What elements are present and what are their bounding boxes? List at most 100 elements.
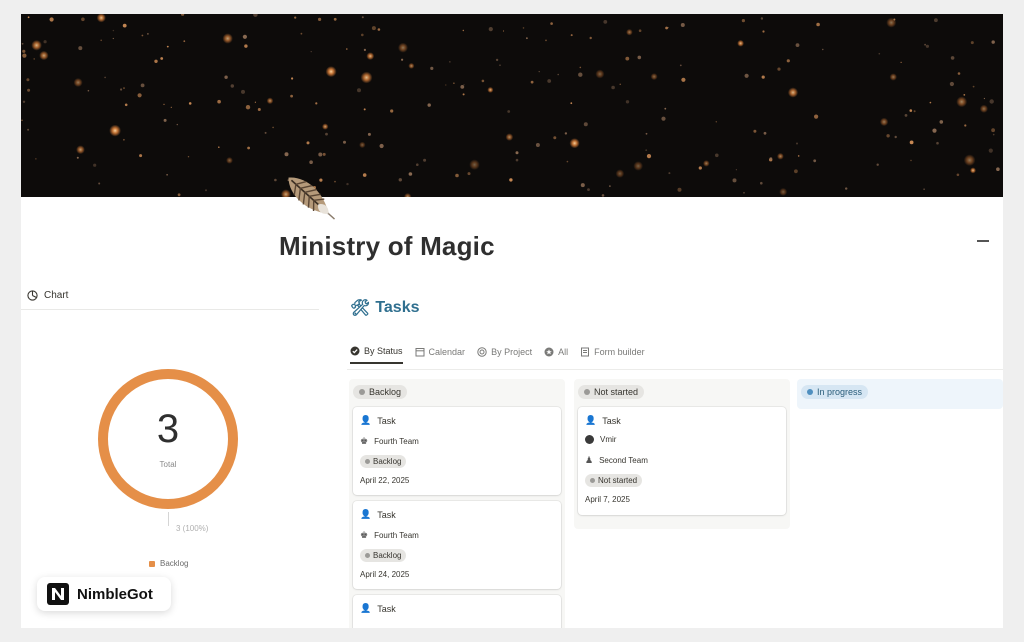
brand-name: NimbleGot xyxy=(77,585,153,603)
spark-dot xyxy=(963,154,976,166)
spark-dot xyxy=(187,156,190,158)
spark-dot xyxy=(123,87,125,90)
spark-dot xyxy=(679,64,682,67)
spark-dot xyxy=(664,107,667,110)
spark-dot xyxy=(502,30,505,32)
spark-dot xyxy=(637,55,642,60)
donut-leader-line xyxy=(168,512,169,526)
spark-dot xyxy=(570,34,573,37)
spark-dot xyxy=(404,193,412,197)
tab-form-builder[interactable]: Form builder xyxy=(580,346,645,364)
spark-dot xyxy=(487,86,494,93)
tab-calendar[interactable]: Calendar xyxy=(415,346,465,364)
spark-dot xyxy=(763,131,767,135)
spark-dot xyxy=(367,132,371,136)
feather-quill-icon[interactable] xyxy=(277,164,343,230)
spark-dot xyxy=(934,18,938,23)
star-circle-icon xyxy=(544,347,554,357)
spark-dot xyxy=(715,121,717,123)
spark-dot xyxy=(609,185,611,187)
spark-dot xyxy=(401,58,404,61)
spark-dot xyxy=(27,128,30,131)
card-status-row: Backlog xyxy=(360,455,407,468)
spark-dot xyxy=(681,77,686,82)
column-header-backlog[interactable]: Backlog xyxy=(353,385,408,399)
spark-dot xyxy=(744,73,749,78)
spark-dot xyxy=(760,17,764,20)
task-card[interactable]: 👤 Task Vmir ♟ Second Team Not started Ap… xyxy=(578,407,786,515)
spark-dot xyxy=(550,22,553,25)
spark-dot xyxy=(667,27,669,29)
card-team-row: ♚ Fourth Team xyxy=(360,530,419,541)
tab-by-project[interactable]: By Project xyxy=(477,346,532,364)
collapse-icon[interactable] xyxy=(977,240,989,242)
tasks-heading[interactable]: 🛠 Tasks xyxy=(350,298,420,318)
legend-label: Backlog xyxy=(160,559,189,568)
card-date: April 7, 2025 xyxy=(585,495,630,504)
spark-dot xyxy=(991,40,995,44)
spark-dot xyxy=(362,173,367,177)
spark-dot xyxy=(322,123,329,130)
spark-dot xyxy=(769,157,773,160)
spark-dot xyxy=(35,158,37,160)
column-label: In progress xyxy=(817,387,863,397)
spark-dot xyxy=(123,138,125,141)
spark-dot xyxy=(924,43,926,46)
spark-dot xyxy=(929,101,932,104)
card-title: Task xyxy=(377,603,396,614)
tab-all[interactable]: All xyxy=(544,346,568,364)
spark-dot xyxy=(445,84,447,86)
chart-view-tab[interactable]: Chart xyxy=(27,290,68,301)
check-circle-icon xyxy=(350,346,360,356)
spark-dot xyxy=(272,126,274,129)
spark-dot xyxy=(535,143,540,147)
spark-dot xyxy=(505,133,514,141)
tab-by-status[interactable]: By Status xyxy=(350,346,403,364)
spark-dot xyxy=(163,103,165,106)
spark-dot xyxy=(226,157,233,164)
spark-dot xyxy=(979,104,989,113)
spark-dot xyxy=(363,108,366,111)
spark-dot xyxy=(547,79,552,83)
cover-image[interactable] xyxy=(21,14,1003,197)
spark-dot xyxy=(580,183,585,188)
brand-badge: NimbleGot xyxy=(37,577,171,611)
card-date: April 24, 2025 xyxy=(360,570,410,579)
form-icon xyxy=(581,347,590,357)
spark-dot xyxy=(104,76,106,79)
spark-dot xyxy=(170,106,172,108)
column-header-not-started[interactable]: Not started xyxy=(578,385,645,399)
spark-dot xyxy=(430,66,434,70)
hammer-wrench-icon: 🛠 xyxy=(350,300,371,317)
spark-dot xyxy=(595,69,605,79)
card-title-row: 👤 Task xyxy=(360,509,396,520)
chart-header-label: Chart xyxy=(44,290,69,301)
task-card[interactable]: 👤 Task xyxy=(353,595,561,628)
spark-dot xyxy=(408,172,413,176)
spark-dot xyxy=(87,89,90,92)
chart-legend-item[interactable]: Backlog xyxy=(149,559,188,568)
person-icon: 👤 xyxy=(585,415,597,425)
tab-label: All xyxy=(558,347,569,357)
spark-dot xyxy=(569,138,580,149)
tab-label: By Project xyxy=(491,347,533,357)
tab-label: By Status xyxy=(364,346,403,356)
spark-dot xyxy=(120,88,123,91)
spark-dot xyxy=(900,61,902,64)
spark-dot xyxy=(668,172,671,175)
spark-dot xyxy=(343,140,346,144)
spark-dot xyxy=(538,71,540,73)
task-card[interactable]: 👤 Task ♚ Fourth Team Backlog April 24, 2… xyxy=(353,501,561,589)
spark-dot xyxy=(22,53,27,58)
spark-dot xyxy=(589,36,592,40)
page-title[interactable]: Ministry of Magic xyxy=(279,231,495,262)
spark-dot xyxy=(950,56,955,60)
person-icon: 👤 xyxy=(360,509,372,519)
column-header-in-progress[interactable]: In progress xyxy=(801,385,869,399)
spark-dot xyxy=(49,17,54,22)
spark-dot xyxy=(949,81,955,87)
spark-dot xyxy=(957,72,961,75)
task-card[interactable]: 👤 Task ♚ Fourth Team Backlog April 22, 2… xyxy=(353,407,561,495)
spark-dot xyxy=(964,124,967,127)
donut-center-value: 3 xyxy=(156,407,180,451)
